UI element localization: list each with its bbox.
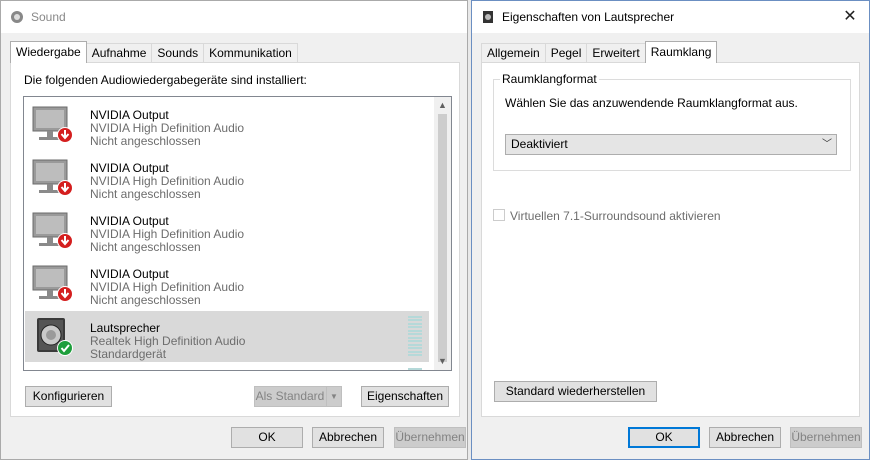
spatial-format-select[interactable]: Deaktiviert ﹀	[505, 134, 837, 155]
device-status: Standardgerät	[90, 347, 167, 361]
ok-button[interactable]: OK	[231, 427, 303, 448]
device-name: NVIDIA Output	[90, 267, 169, 281]
tab-wiedergabe[interactable]: Wiedergabe	[10, 41, 87, 63]
device-status: Nicht angeschlossen	[90, 134, 201, 148]
virtual-surround-label[interactable]: Virtuellen 7.1-Surroundsound aktivieren	[510, 209, 721, 223]
tab-aufnahme[interactable]: Aufnahme	[85, 43, 153, 63]
tab-sounds[interactable]: Sounds	[151, 43, 205, 63]
list-item-device-2[interactable]: NVIDIA Output NVIDIA High Definition Aud…	[25, 151, 429, 202]
apply-button[interactable]: Übernehmen	[394, 427, 466, 448]
configure-button[interactable]: Konfigurieren	[25, 386, 112, 407]
properties-window: Eigenschaften von Lautsprecher ✕ Allgeme…	[471, 0, 870, 460]
chevron-down-icon: ﹀	[822, 139, 832, 150]
speaker-app-icon	[483, 11, 493, 23]
sound-titlebar[interactable]: Sound	[1, 1, 467, 33]
apply-button[interactable]: Übernehmen	[790, 427, 862, 448]
tab-kommunikation[interactable]: Kommunikation	[203, 43, 298, 63]
list-item-device-5[interactable]: Lautsprecher Realtek High Definition Aud…	[25, 311, 429, 362]
volume-level-meter	[408, 316, 422, 356]
tab-raumklang[interactable]: Raumklang	[644, 41, 718, 63]
list-item-device-1[interactable]: NVIDIA Output NVIDIA High Definition Aud…	[25, 98, 429, 149]
device-status: Nicht angeschlossen	[90, 240, 201, 254]
sound-window: Sound Wiedergabe Aufnahme Sounds Kommuni…	[0, 0, 468, 460]
list-item-device-partial	[25, 365, 429, 370]
volume-level-meter	[408, 368, 422, 370]
device-name: NVIDIA Output	[90, 108, 169, 122]
sound-app-icon	[11, 11, 23, 23]
group-title: Raumklangformat	[500, 72, 599, 86]
device-name: NVIDIA Output	[90, 214, 169, 228]
properties-window-title: Eigenschaften von Lautsprecher	[502, 10, 675, 24]
device-name: Lautsprecher	[90, 321, 161, 335]
scroll-up-icon[interactable]: ▲	[434, 97, 451, 114]
properties-tabs: Allgemein Pegel Erweitert Raumklang	[481, 41, 718, 63]
close-icon[interactable]: ✕	[841, 7, 859, 27]
set-default-button[interactable]: Als Standard ▼	[254, 386, 342, 407]
ok-button[interactable]: OK	[628, 427, 700, 448]
properties-titlebar[interactable]: Eigenschaften von Lautsprecher ✕	[472, 1, 869, 33]
device-list-instruction: Die folgenden Audiowiedergabegeräte sind…	[24, 73, 307, 87]
list-item-device-3[interactable]: NVIDIA Output NVIDIA High Definition Aud…	[25, 204, 429, 255]
monitor-disconnected-icon	[32, 106, 73, 143]
device-driver: NVIDIA High Definition Audio	[90, 227, 245, 241]
restore-defaults-label: Standard wiederherstellen	[505, 384, 646, 398]
spatial-format-value: Deaktiviert	[511, 137, 568, 151]
speaker-default-icon	[37, 318, 73, 356]
device-driver: NVIDIA High Definition Audio	[90, 280, 245, 294]
cancel-button[interactable]: Abbrechen	[312, 427, 384, 448]
monitor-disconnected-icon	[32, 212, 73, 249]
sound-tabs: Wiedergabe Aufnahme Sounds Kommunikation	[10, 41, 298, 63]
tab-allgemein[interactable]: Allgemein	[481, 43, 546, 63]
monitor-disconnected-icon	[32, 159, 73, 196]
properties-client: Allgemein Pegel Erweitert Raumklang Raum…	[472, 33, 869, 459]
device-driver: NVIDIA High Definition Audio	[90, 174, 245, 188]
list-item-device-4[interactable]: NVIDIA Output NVIDIA High Definition Aud…	[25, 257, 429, 308]
spatial-sound-description: Wählen Sie das anzuwendende Raumklangfor…	[505, 96, 798, 110]
cancel-button[interactable]: Abbrechen	[709, 427, 781, 448]
device-driver: Realtek High Definition Audio	[90, 334, 246, 348]
device-driver: NVIDIA High Definition Audio	[90, 121, 245, 135]
scroll-thumb[interactable]	[438, 114, 447, 362]
virtual-surround-checkbox[interactable]	[493, 209, 505, 221]
tab-pegel[interactable]: Pegel	[544, 43, 588, 63]
tab-erweitert[interactable]: Erweitert	[586, 43, 646, 63]
properties-tabpanel: Raumklangformat Wählen Sie das anzuwende…	[481, 62, 860, 417]
device-status: Nicht angeschlossen	[90, 187, 201, 201]
device-list-scrollbar[interactable]: ▲ ▼	[434, 97, 451, 370]
chevron-down-icon[interactable]: ▼	[326, 387, 341, 406]
sound-client: Wiedergabe Aufnahme Sounds Kommunikation…	[1, 33, 467, 459]
restore-defaults-button[interactable]: Standard wiederherstellen	[494, 381, 657, 402]
sound-window-title: Sound	[31, 10, 66, 24]
properties-button[interactable]: Eigenschaften	[361, 386, 449, 407]
monitor-disconnected-icon	[32, 265, 73, 302]
spatial-sound-group: Raumklangformat Wählen Sie das anzuwende…	[493, 72, 851, 171]
scroll-down-icon[interactable]: ▼	[434, 353, 451, 370]
playback-device-list[interactable]: NVIDIA Output NVIDIA High Definition Aud…	[23, 96, 452, 371]
device-status: Nicht angeschlossen	[90, 293, 201, 307]
device-name: NVIDIA Output	[90, 161, 169, 175]
set-default-label: Als Standard	[255, 389, 325, 403]
